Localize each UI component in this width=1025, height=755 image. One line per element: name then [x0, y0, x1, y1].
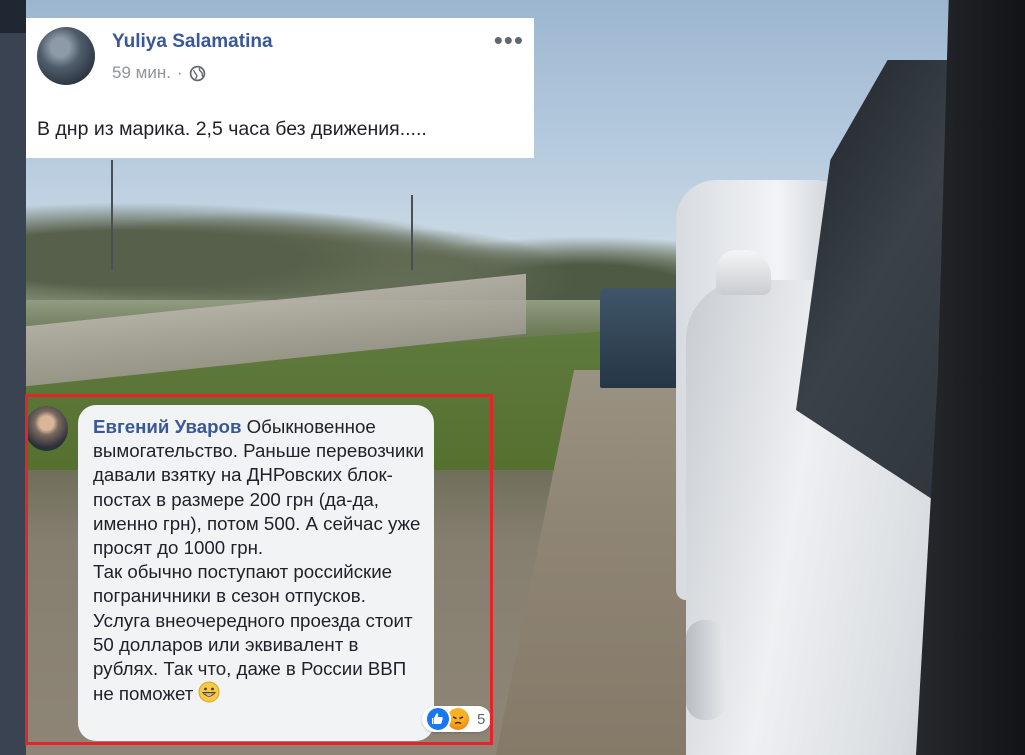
top-bar-fragment — [0, 0, 26, 33]
post-time[interactable]: 59 мин. — [112, 63, 171, 83]
comment-highlight-box — [25, 394, 493, 745]
like-reaction-icon — [425, 706, 451, 732]
post-card: Yuliya Salamatina 59 мин. · ••• В днр из… — [26, 18, 534, 158]
door-handle — [686, 620, 726, 720]
more-options-icon[interactable]: ••• — [494, 27, 524, 53]
power-tower — [411, 195, 413, 270]
post-text: В днр из марика. 2,5 часа без движения..… — [37, 118, 427, 140]
power-tower — [111, 160, 113, 270]
avatar[interactable] — [37, 27, 95, 85]
post-meta: 59 мин. · — [112, 63, 206, 83]
globe-icon[interactable] — [189, 65, 206, 82]
left-side-strip — [0, 0, 26, 755]
side-mirror — [716, 250, 771, 295]
post-author-name[interactable]: Yuliya Salamatina — [112, 31, 273, 53]
meta-separator: · — [176, 63, 183, 82]
tree-line — [26, 160, 726, 300]
